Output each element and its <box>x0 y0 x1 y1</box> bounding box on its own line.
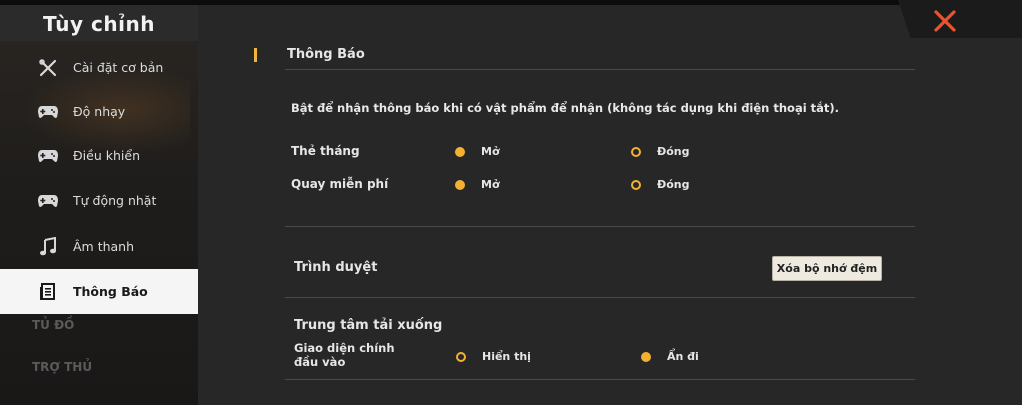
main-ui-hide-option[interactable]: Ẩn đi <box>641 350 699 363</box>
free-spin-label: Quay miễn phí <box>291 177 389 191</box>
section-marker <box>254 48 257 62</box>
option-label: Đóng <box>657 145 690 158</box>
sidebar-item-label: Cài đặt cơ bản <box>73 60 164 75</box>
option-label: Ẩn đi <box>667 350 699 363</box>
notification-document-icon <box>37 281 59 303</box>
close-button[interactable] <box>930 6 960 36</box>
radio-selected <box>455 146 465 157</box>
settings-panel: Thông Báo Bật để nhận thông báo khi có v… <box>198 0 1022 405</box>
main-ui-entry-label: Giao diện chính đầu vào <box>294 341 395 369</box>
gamepad-icon <box>37 101 59 123</box>
divider <box>285 69 915 70</box>
divider <box>285 297 915 298</box>
sidebar-ghost-item-wardrobe: TỦ ĐỒ <box>32 318 75 332</box>
download-center-label: Trung tâm tải xuống <box>294 318 443 333</box>
gamepad-icon <box>37 145 59 167</box>
sidebar-item-auto-pickup[interactable]: Tự động nhặt <box>0 178 198 223</box>
sidebar-item-label: Tự động nhặt <box>73 193 157 208</box>
sidebar-item-label: Âm thanh <box>73 239 135 254</box>
monthly-card-off-option[interactable]: Đóng <box>631 145 689 158</box>
notification-description: Bật để nhận thông báo khi có vật phẩm để… <box>291 101 840 115</box>
sidebar-item-label: Điều khiển <box>73 148 140 163</box>
sidebar: Tùy chỉnh Cài đặt cơ bản Độ nhạy Điều kh… <box>0 5 198 405</box>
option-label: Mở <box>481 145 500 158</box>
browser-label: Trình duyệt <box>294 260 378 275</box>
free-spin-on-option[interactable]: Mở <box>455 178 500 191</box>
sidebar-item-label: Thông Báo <box>73 284 148 299</box>
sidebar-ghost-item-assistant: TRỢ THỦ <box>32 360 93 374</box>
option-label: Đóng <box>657 178 690 191</box>
radio-selected <box>641 351 651 362</box>
section-title: Thông Báo <box>287 47 365 62</box>
free-spin-off-option[interactable]: Đóng <box>631 178 689 191</box>
sidebar-item-controls[interactable]: Điều khiển <box>0 133 198 178</box>
clear-cache-button[interactable]: Xóa bộ nhớ đệm <box>772 256 882 281</box>
sidebar-title: Tùy chỉnh <box>0 5 198 41</box>
option-label: Mở <box>481 178 500 191</box>
main-ui-show-option[interactable]: Hiển thị <box>456 350 531 363</box>
close-icon <box>934 10 956 32</box>
sidebar-item-label: Độ nhạy <box>73 104 126 119</box>
monthly-card-on-option[interactable]: Mở <box>455 145 500 158</box>
monthly-card-label: Thẻ tháng <box>291 144 360 158</box>
close-tab-background <box>898 0 1022 38</box>
radio-unselected <box>631 179 641 190</box>
sidebar-item-notifications[interactable]: Thông Báo <box>0 269 198 314</box>
divider <box>285 226 915 227</box>
option-label: Hiển thị <box>482 350 531 363</box>
music-note-icon <box>37 236 59 258</box>
divider <box>285 379 915 380</box>
radio-unselected <box>631 146 641 157</box>
radio-selected <box>455 179 465 190</box>
radio-unselected <box>456 351 466 362</box>
sidebar-item-sound[interactable]: Âm thanh <box>0 224 198 269</box>
sidebar-item-sensitivity[interactable]: Độ nhạy <box>0 89 198 134</box>
wrench-screwdriver-icon <box>37 57 59 79</box>
gamepad-icon <box>37 190 59 212</box>
sidebar-item-basic-settings[interactable]: Cài đặt cơ bản <box>0 45 198 90</box>
